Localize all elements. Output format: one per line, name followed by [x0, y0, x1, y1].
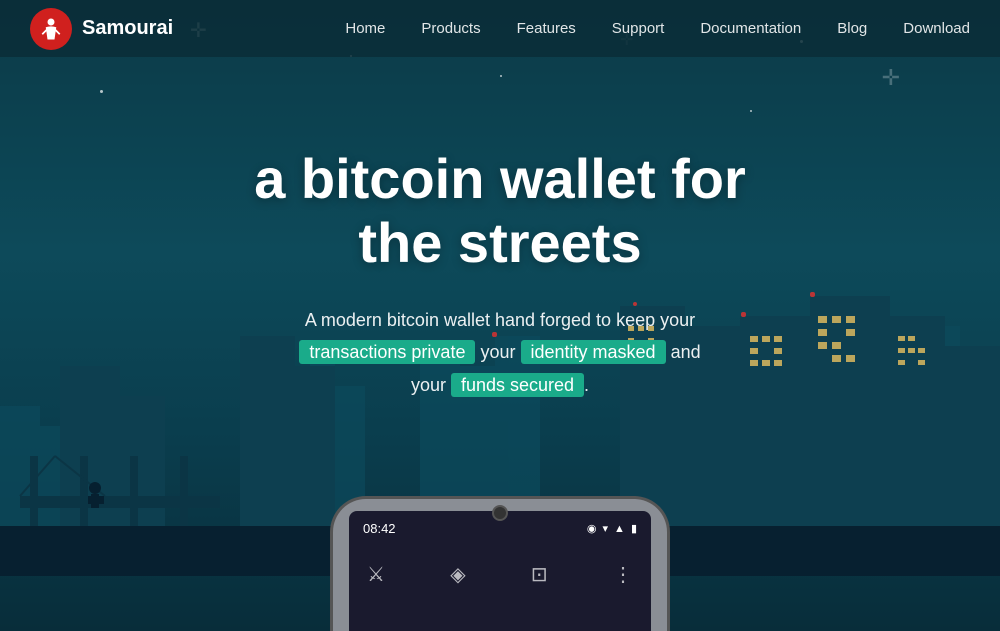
nav-links: Home Products Features Support Documenta…	[345, 20, 970, 38]
wifi-toolbar-icon: ◈	[450, 562, 465, 587]
highlight-transactions: transactions private	[299, 340, 475, 364]
logo-icon	[30, 8, 72, 50]
logo-link[interactable]: Samourai	[30, 8, 173, 50]
nav-documentation[interactable]: Documentation	[700, 20, 801, 37]
hero-title: a bitcoin wallet for the streets	[254, 147, 746, 276]
phone-camera	[492, 505, 508, 521]
hero-section: ✛ ✛ ✛	[0, 0, 1000, 631]
wifi-icon: ▾	[603, 522, 609, 535]
battery-icon: ▮	[631, 522, 637, 535]
highlight-funds: funds secured	[451, 373, 584, 397]
highlight-identity: identity masked	[521, 340, 666, 364]
phone-body: 08:42 ◉ ▾ ▲ ▮ ⚔ ◈ ⊡ ⋮	[330, 496, 670, 631]
phone-status-bar: 08:42 ◉ ▾ ▲ ▮	[363, 521, 637, 536]
eye-icon: ◉	[587, 522, 597, 535]
nav-features[interactable]: Features	[517, 20, 576, 37]
navbar: Samourai Home Products Features Support …	[0, 0, 1000, 57]
nav-download[interactable]: Download	[903, 20, 970, 37]
scan-icon: ⊡	[531, 562, 548, 587]
phone-screen: 08:42 ◉ ▾ ▲ ▮ ⚔ ◈ ⊡ ⋮	[349, 511, 651, 631]
phone-time: 08:42	[363, 521, 396, 536]
samourai-app-icon: ⚔	[367, 562, 385, 587]
hero-subtitle: A modern bitcoin wallet hand forged to k…	[299, 304, 700, 401]
phone-toolbar: ⚔ ◈ ⊡ ⋮	[363, 552, 637, 597]
nav-products[interactable]: Products	[421, 20, 480, 37]
signal-icon: ▲	[614, 523, 625, 535]
nav-support[interactable]: Support	[612, 20, 665, 37]
subtitle-text-1: A modern bitcoin wallet hand forged to k…	[305, 310, 695, 330]
menu-icon: ⋮	[613, 562, 633, 587]
nav-blog[interactable]: Blog	[837, 20, 867, 37]
brand-name: Samourai	[82, 17, 173, 40]
phone-status-icons: ◉ ▾ ▲ ▮	[587, 522, 637, 535]
nav-home[interactable]: Home	[345, 20, 385, 37]
phone-mockup: 08:42 ◉ ▾ ▲ ▮ ⚔ ◈ ⊡ ⋮	[330, 496, 670, 631]
hero-content: a bitcoin wallet for the streets A moder…	[0, 57, 1000, 401]
samourai-logo-svg	[37, 15, 65, 43]
